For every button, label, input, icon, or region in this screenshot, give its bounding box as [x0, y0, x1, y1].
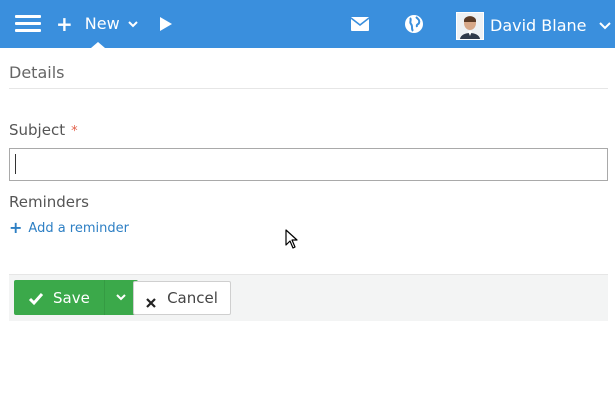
chevron-down-icon — [127, 12, 138, 36]
plus-icon: + — [9, 218, 23, 237]
user-name: David Blane — [490, 16, 587, 35]
required-marker: * — [71, 124, 78, 139]
mouse-pointer-icon — [285, 229, 299, 249]
text-cursor — [15, 154, 16, 174]
subject-input[interactable] — [9, 148, 608, 181]
mail-icon[interactable] — [351, 16, 371, 32]
plus-icon: + — [56, 12, 73, 36]
avatar — [456, 12, 484, 40]
section-title: Details — [9, 63, 65, 82]
add-reminder-link[interactable]: + Add a reminder — [9, 220, 129, 236]
subject-label: Subject * — [9, 121, 78, 139]
reminders-label: Reminders — [9, 193, 89, 211]
hamburger-menu-icon[interactable] — [15, 15, 41, 33]
save-button[interactable]: Save — [14, 280, 104, 315]
new-button-label: New — [84, 14, 120, 33]
play-icon[interactable] — [159, 15, 173, 33]
cancel-button-label: Cancel — [167, 289, 218, 307]
top-navigation-bar: + New David Blane — [0, 0, 615, 48]
cancel-button[interactable]: Cancel — [133, 281, 231, 315]
chevron-down-icon — [116, 294, 127, 301]
new-button[interactable]: + New — [56, 12, 138, 36]
add-reminder-label: Add a reminder — [28, 220, 129, 236]
active-menu-indicator — [91, 42, 105, 48]
check-icon — [28, 291, 44, 305]
globe-icon[interactable] — [404, 14, 424, 34]
save-button-label: Save — [53, 288, 90, 307]
chevron-down-icon — [598, 12, 611, 40]
user-menu[interactable]: David Blane — [456, 12, 611, 40]
divider — [9, 88, 608, 89]
close-icon — [146, 293, 156, 308]
save-button-group: Save — [14, 280, 138, 315]
subject-label-text: Subject — [9, 121, 66, 139]
